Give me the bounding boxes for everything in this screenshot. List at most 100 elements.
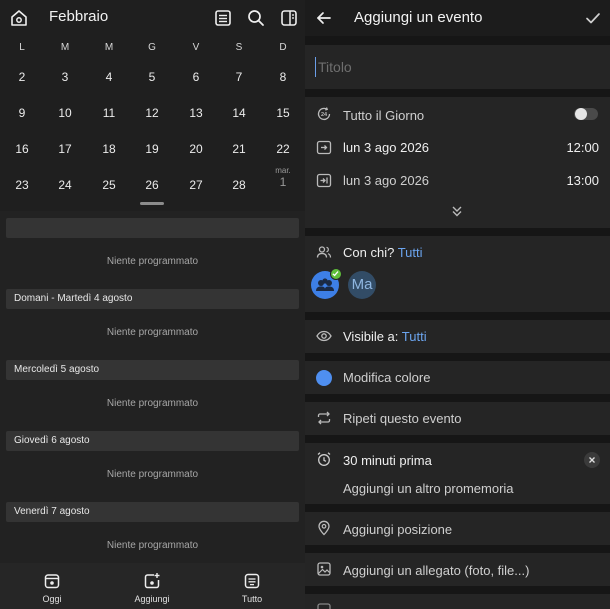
end-date-icon <box>316 172 332 188</box>
repeat-icon <box>316 410 332 426</box>
location-label: Aggiungi posizione <box>343 522 453 537</box>
sidebar-toggle-icon[interactable] <box>279 8 299 28</box>
day-cell[interactable]: 23 <box>2 178 42 192</box>
selected-check-badge <box>330 268 342 280</box>
day-cell[interactable]: 2 <box>2 70 42 84</box>
weekday-label: M <box>60 42 70 53</box>
nav-add-button[interactable]: Aggiungi <box>112 563 192 609</box>
eye-icon <box>316 328 332 344</box>
weekday-label: V <box>192 42 200 53</box>
image-icon <box>316 561 332 577</box>
week-row: 23 24 25 26 27 28 mar. 1 <box>0 166 305 202</box>
day-cell[interactable]: 12 <box>132 106 172 120</box>
color-card[interactable]: Modifica colore <box>305 361 610 394</box>
day-cell[interactable]: 10 <box>45 106 85 120</box>
end-date[interactable]: lun 3 ago 2026 <box>343 173 429 188</box>
with-whom-row[interactable]: Con chi? Tutti <box>343 245 423 260</box>
day-cell[interactable]: 24 <box>45 178 85 192</box>
bottom-navigation: Oggi Aggiungi Tutto <box>0 563 305 609</box>
add-event-pane: Aggiungi un evento 24 Tutto il Giorno lu… <box>305 0 610 609</box>
agenda-day-header: Mercoledì 5 agosto <box>6 360 299 380</box>
attachment-card[interactable]: Aggiungi un allegato (foto, file...) <box>305 553 610 586</box>
weekday-label: D <box>279 42 287 53</box>
nav-all-label: Tutto <box>241 594 263 604</box>
end-time[interactable]: 13:00 <box>566 173 599 188</box>
weekday-header-row: L M M G V S D <box>0 42 305 66</box>
day-cell[interactable]: 6 <box>176 70 216 84</box>
save-check-icon[interactable] <box>583 8 603 28</box>
agenda-day-header: Domani - Martedì 4 agosto <box>6 289 299 309</box>
event-color-swatch <box>316 370 332 386</box>
with-whom-value: Tutti <box>397 245 423 260</box>
calendar-today-icon <box>43 572 61 590</box>
day-cell[interactable]: 5 <box>132 70 172 84</box>
next-month-day: 1 <box>279 175 287 189</box>
day-cell[interactable]: 13 <box>176 106 216 120</box>
start-time[interactable]: 12:00 <box>566 140 599 155</box>
page-title: Aggiungi un evento <box>354 9 483 26</box>
agenda-empty-text: Niente programmato <box>106 469 199 480</box>
home-icon[interactable] <box>9 8 29 28</box>
all-day-toggle[interactable] <box>574 108 598 120</box>
week-row: 16 17 18 19 20 21 22 <box>0 142 305 166</box>
day-cell[interactable]: 16 <box>2 142 42 156</box>
agenda-list: Niente programmato Domani - Martedì 4 ag… <box>0 211 305 563</box>
repeat-card[interactable]: Ripeti questo evento <box>305 402 610 435</box>
nav-add-label: Aggiungi <box>134 594 170 604</box>
agenda-view-icon[interactable] <box>213 8 233 28</box>
more-options-icon <box>316 602 332 609</box>
calendar-resize-handle[interactable] <box>140 202 164 205</box>
calendar-top-bar: Febbraio <box>0 0 305 36</box>
day-cell[interactable]: 28 <box>219 178 259 192</box>
avatar-participant[interactable]: Ma <box>348 271 376 299</box>
day-cell[interactable]: 18 <box>89 142 129 156</box>
day-cell[interactable]: 3 <box>45 70 85 84</box>
nav-all-button[interactable]: Tutto <box>212 563 292 609</box>
avatar-group-everyone[interactable] <box>311 268 342 299</box>
remove-reminder-button[interactable] <box>584 452 600 468</box>
visibility-card[interactable]: Visibile a: Tutti <box>305 320 610 353</box>
event-title-input[interactable] <box>315 57 595 77</box>
weekday-label: M <box>104 42 114 53</box>
day-cell[interactable]: 26 <box>132 178 172 192</box>
search-icon[interactable] <box>246 8 266 28</box>
day-cell-next-month[interactable]: mar. 1 <box>263 166 303 189</box>
back-arrow-icon[interactable] <box>314 8 334 28</box>
day-cell[interactable]: 20 <box>176 142 216 156</box>
day-cell[interactable]: 15 <box>263 106 303 120</box>
people-icon <box>316 244 332 260</box>
all-day-label: Tutto il Giorno <box>343 108 425 123</box>
nav-today-button[interactable]: Oggi <box>12 563 92 609</box>
participants-card: Con chi? Tutti Ma <box>305 236 610 312</box>
add-reminder-button[interactable]: Aggiungi un altro promemoria <box>343 481 514 496</box>
month-title[interactable]: Febbraio <box>49 8 108 25</box>
start-date[interactable]: lun 3 ago 2026 <box>343 140 429 155</box>
day-cell[interactable]: 27 <box>176 178 216 192</box>
day-cell[interactable]: 7 <box>219 70 259 84</box>
with-whom-label: Con chi? <box>343 245 395 260</box>
agenda-empty-text: Niente programmato <box>106 398 199 409</box>
agenda-empty-text: Niente programmato <box>106 327 199 338</box>
day-cell[interactable]: 21 <box>219 142 259 156</box>
day-cell[interactable]: 8 <box>263 70 303 84</box>
day-cell[interactable]: 17 <box>45 142 85 156</box>
expand-chevrons-icon[interactable] <box>449 203 465 219</box>
day-cell[interactable]: 11 <box>89 106 129 120</box>
next-card-partial <box>305 594 610 609</box>
reminder-label[interactable]: 30 minuti prima <box>343 453 432 468</box>
attachment-label: Aggiungi un allegato (foto, file...) <box>343 563 530 578</box>
visibility-label: Visibile a: <box>343 329 399 344</box>
day-cell[interactable]: 4 <box>89 70 129 84</box>
day-cell[interactable]: 22 <box>263 142 303 156</box>
location-card[interactable]: Aggiungi posizione <box>305 512 610 545</box>
weekday-label: L <box>19 42 25 53</box>
day-cell[interactable]: 25 <box>89 178 129 192</box>
close-icon <box>589 457 595 463</box>
weekday-label: G <box>148 42 156 53</box>
agenda-empty-text: Niente programmato <box>106 540 199 551</box>
svg-text:24: 24 <box>321 112 328 118</box>
day-cell[interactable]: 9 <box>2 106 42 120</box>
day-cell[interactable]: 14 <box>219 106 259 120</box>
all-day-24h-icon: 24 <box>316 106 332 122</box>
day-cell[interactable]: 19 <box>132 142 172 156</box>
